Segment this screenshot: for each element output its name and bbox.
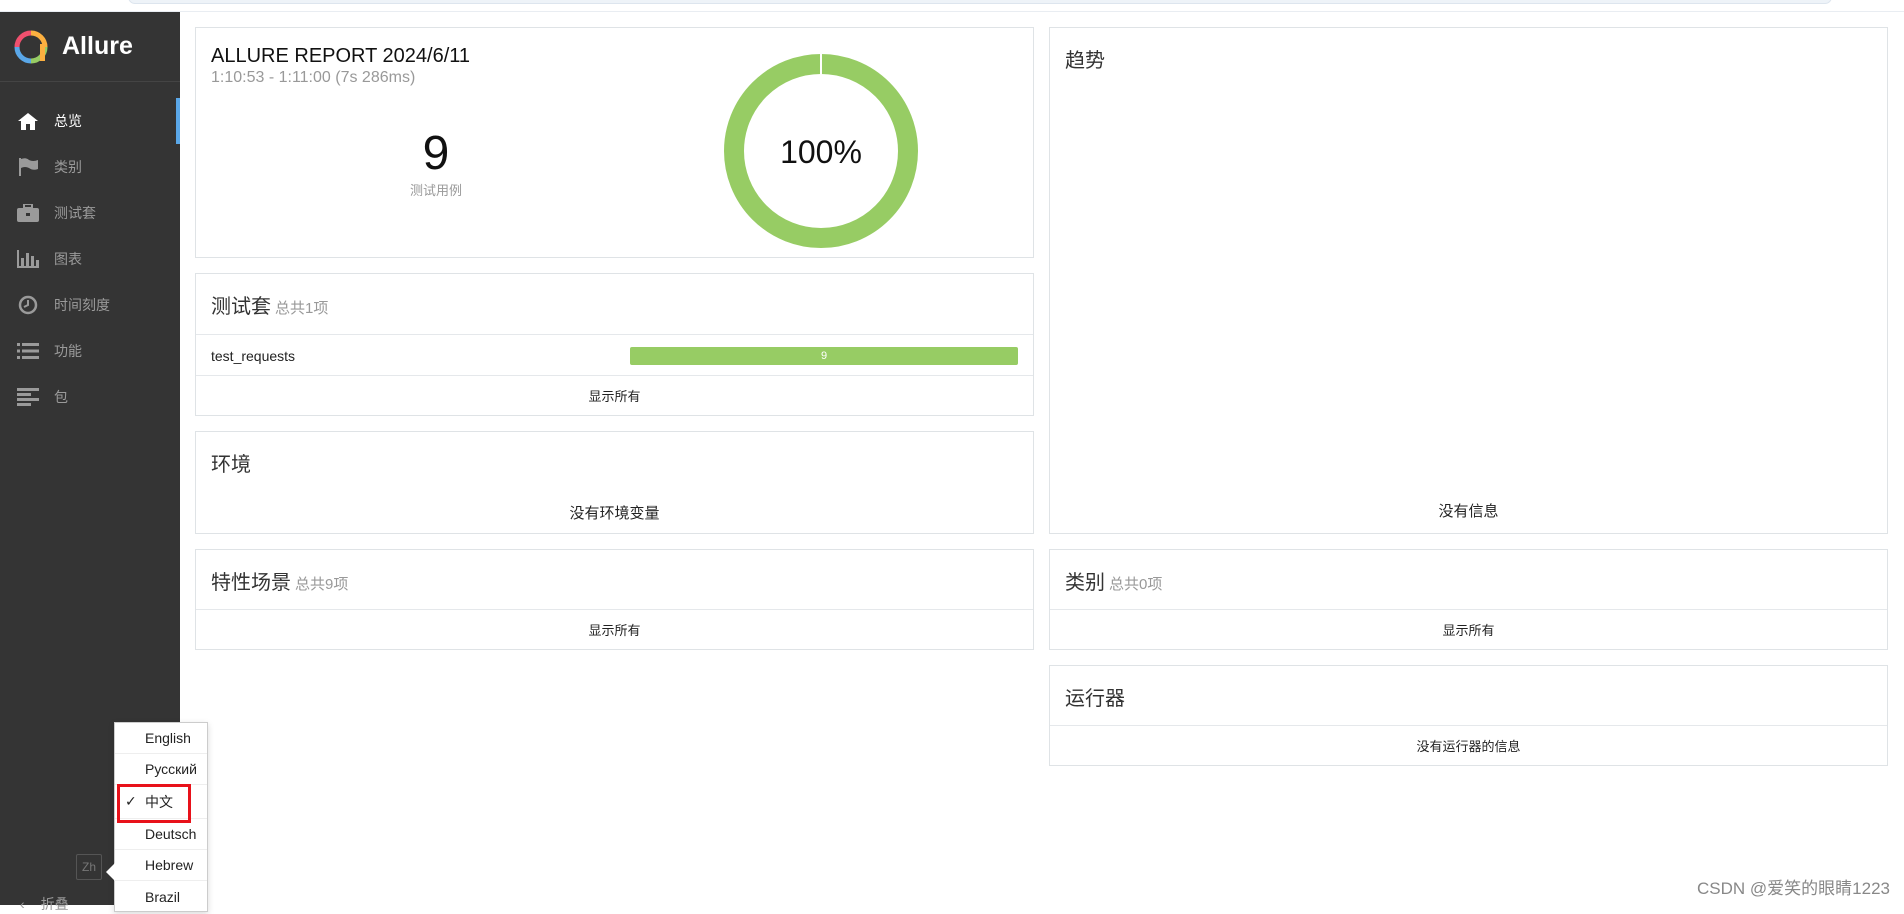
report-time: 1:10:53 - 1:11:00 (7s 286ms) <box>211 69 416 86</box>
language-option-brazil[interactable]: Brazil <box>115 881 207 912</box>
sidebar-item-label: 功能 <box>54 343 82 359</box>
align-left-icon <box>16 387 40 407</box>
suites-show-all[interactable]: 显示所有 <box>196 375 1033 415</box>
environment-empty: 没有环境变量 <box>569 505 660 522</box>
sidebar-item-label: 总览 <box>54 113 82 129</box>
sidebar-item-overview[interactable]: 总览 <box>0 98 180 144</box>
chevron-left-icon: ‹ <box>20 896 25 912</box>
flag-icon <box>16 157 40 177</box>
clock-icon <box>16 295 40 315</box>
suites-title: 测试套 总共1项 <box>196 274 1033 332</box>
watermark: CSDN @爱笑的眼睛1223 <box>1697 879 1890 898</box>
sidebar-item-timeline[interactable]: 时间刻度 <box>0 282 180 328</box>
environment-widget: 环境 没有环境变量 <box>195 431 1034 534</box>
pass-percent: 100% <box>780 134 862 170</box>
brand[interactable]: Allure <box>0 12 180 82</box>
language-option-label: English <box>145 730 191 746</box>
browser-top-strip <box>0 0 1904 12</box>
bar-chart-icon <box>16 249 40 269</box>
features-show-all[interactable]: 显示所有 <box>196 609 1033 649</box>
suite-name[interactable]: test_requests <box>211 348 631 364</box>
testcase-count-label: 测试用例 <box>409 183 462 198</box>
categories-widget: 类别 总共0项 显示所有 <box>1049 549 1888 650</box>
categories-title-text: 类别 <box>1065 572 1105 594</box>
sidebar-item-label: 包 <box>54 389 68 405</box>
address-bar[interactable] <box>128 0 1832 4</box>
home-icon <box>16 111 40 131</box>
sidebar-item-packages[interactable]: 包 <box>0 374 180 420</box>
environment-title: 环境 <box>211 454 251 476</box>
language-option-german[interactable]: Deutsch <box>115 819 207 850</box>
trend-widget: 趋势 没有信息 <box>1049 27 1888 534</box>
sidebar-item-label: 类别 <box>54 159 82 175</box>
language-option-english[interactable]: English <box>115 723 207 754</box>
sidebar-item-label: 图表 <box>54 251 82 267</box>
categories-show-all[interactable]: 显示所有 <box>1050 609 1887 649</box>
app-name: Allure <box>62 32 133 60</box>
testcase-count: 9 <box>422 127 450 180</box>
executors-title: 运行器 <box>1065 688 1125 710</box>
executors-empty: 没有运行器的信息 <box>1050 725 1887 765</box>
language-option-hebrew[interactable]: Hebrew <box>115 850 207 881</box>
features-widget: 特性场景 总共9项 显示所有 <box>195 549 1034 650</box>
features-title: 特性场景 总共9项 <box>196 550 1033 608</box>
collapse-button[interactable]: ‹ 折叠 <box>20 894 69 914</box>
report-title: ALLURE REPORT 2024/6/11 <box>211 45 471 67</box>
sidebar-nav: 总览 类别 测试套 图表 时间刻度 功能 包 <box>0 98 180 420</box>
language-option-label: Brazil <box>145 888 181 905</box>
allure-logo-icon <box>14 30 48 63</box>
features-subtitle: 总共9项 <box>295 576 349 593</box>
categories-title: 类别 总共0项 <box>1050 550 1887 608</box>
suites-subtitle: 总共1项 <box>275 300 329 317</box>
language-option-label: Deutsch <box>145 826 197 842</box>
sidebar-item-graphs[interactable]: 图表 <box>0 236 180 282</box>
sidebar-item-behaviors[interactable]: 功能 <box>0 328 180 374</box>
categories-subtitle: 总共0项 <box>1109 576 1163 593</box>
suite-row[interactable]: test_requests 9 <box>196 334 1033 376</box>
language-option-label: Русский <box>145 761 197 777</box>
sidebar-item-categories[interactable]: 类别 <box>0 144 180 190</box>
suites-title-text: 测试套 <box>211 296 271 318</box>
list-icon <box>16 341 40 361</box>
trend-empty: 没有信息 <box>1438 503 1499 520</box>
suite-passed-bar[interactable]: 9 <box>630 347 1018 365</box>
summary-widget: ALLURE REPORT 2024/6/11 1:10:53 - 1:11:0… <box>195 27 1034 258</box>
trend-title: 趋势 <box>1065 50 1105 72</box>
features-title-text: 特性场景 <box>211 572 291 594</box>
sidebar-item-label: 测试套 <box>54 205 96 221</box>
suites-widget: 测试套 总共1项 test_requests 9 显示所有 <box>195 273 1034 416</box>
language-option-russian[interactable]: Русский <box>115 754 207 785</box>
executors-widget: 运行器 没有运行器的信息 <box>1049 665 1888 766</box>
sidebar-item-suites[interactable]: 测试套 <box>0 190 180 236</box>
collapse-label: 折叠 <box>40 896 69 912</box>
language-button[interactable]: Zh <box>76 854 102 880</box>
selected-language-highlight <box>117 784 191 823</box>
briefcase-icon <box>16 203 40 223</box>
language-option-label: Hebrew <box>145 857 194 873</box>
status-donut-chart[interactable]: 100% <box>721 51 921 251</box>
sidebar-item-label: 时间刻度 <box>54 297 110 313</box>
